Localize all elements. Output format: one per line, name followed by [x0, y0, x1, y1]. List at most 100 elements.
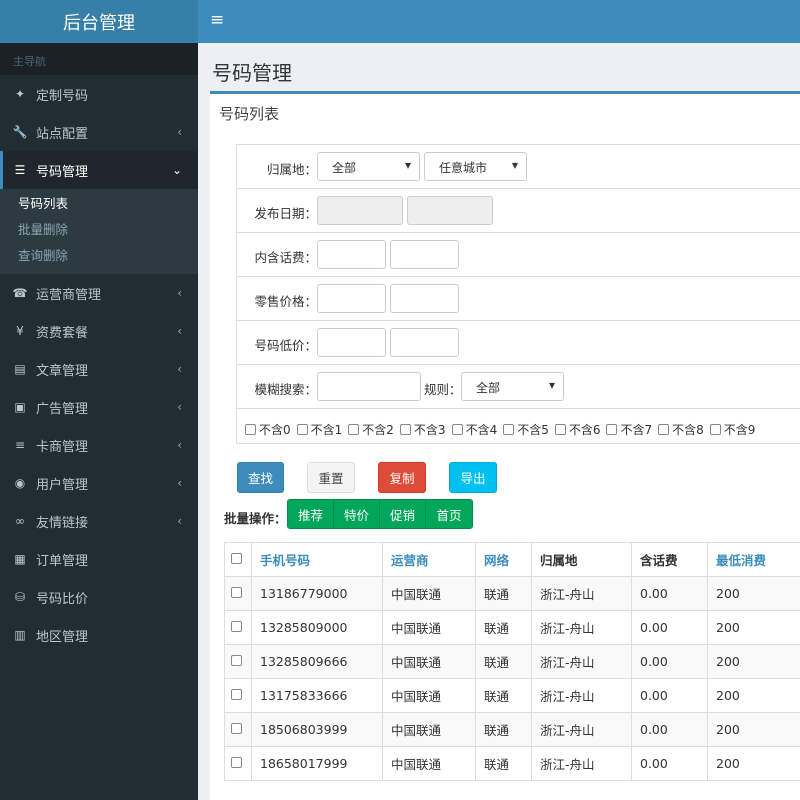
- sidebar-item-5[interactable]: ▤ 文章管理 ‹: [0, 350, 198, 388]
- table-cell: 200: [707, 678, 800, 713]
- column-header[interactable]: 运营商: [382, 542, 476, 577]
- table-row: 18658017999 中国联通 联通 浙江-舟山 0.00 200: [224, 746, 800, 781]
- checkbox-box[interactable]: [348, 424, 360, 435]
- table-cell: 0.00: [631, 576, 708, 611]
- sidebar-item-label: 订单管理: [36, 553, 89, 569]
- table-row: 13285809000 中国联通 联通 浙江-舟山 0.00 200: [224, 610, 800, 645]
- checkbox-box[interactable]: [399, 424, 411, 435]
- table-cell: 中国联通: [382, 678, 476, 713]
- sidebar-item-label: 广告管理: [36, 401, 89, 417]
- pin-icon: ✦: [14, 87, 26, 101]
- sidebar-item-0[interactable]: ✦ 定制号码: [0, 75, 198, 113]
- table-cell: 0.00: [631, 712, 708, 747]
- exclude-checkbox[interactable]: 不含6: [554, 421, 600, 438]
- table-cell: 浙江-舟山: [531, 610, 632, 645]
- checkbox-box[interactable]: [245, 424, 256, 435]
- city-select[interactable]: 任意城市: [424, 152, 527, 181]
- exclude-checkbox[interactable]: 不含5: [503, 421, 549, 438]
- select-all-cell: [224, 542, 252, 577]
- submenu-item[interactable]: 查询删除: [0, 243, 198, 269]
- batch-action-button[interactable]: 特价: [334, 500, 380, 528]
- checkbox-box[interactable]: [296, 424, 308, 435]
- sidebar-item-9[interactable]: ∞ 友情链接 ‹: [0, 502, 198, 540]
- column-header[interactable]: 网络: [475, 542, 532, 577]
- row-checkbox[interactable]: [231, 587, 242, 598]
- reset-button[interactable]: 重置: [307, 462, 355, 493]
- search-button[interactable]: 查找: [237, 462, 284, 493]
- table-cell: 200: [707, 576, 800, 611]
- yen-icon: ¥: [16, 324, 24, 338]
- number-table: 手机号码 运营商 网络 归属地 含话费 最低消费 13186779000 中国联通 联通 浙江-…: [224, 542, 800, 781]
- table-cell: 联通: [475, 712, 532, 747]
- number-list-box: 号码列表 归属地： 全部 任意城市 发布日期： 内含话费： 零售价格：: [210, 91, 800, 800]
- column-header[interactable]: 手机号码: [251, 542, 383, 577]
- exclude-checkbox[interactable]: 不含8: [658, 421, 704, 438]
- sidebar-item-8[interactable]: ◉ 用户管理 ‹: [0, 464, 198, 502]
- column-header: 含话费: [631, 542, 708, 577]
- exclude-checkbox[interactable]: 不含3: [399, 421, 446, 438]
- sidebar-item-3[interactable]: ☎ 运营商管理 ‹: [0, 274, 198, 312]
- low-min-input[interactable]: [317, 328, 386, 357]
- export-button[interactable]: 导出: [449, 462, 497, 493]
- sidebar-item-4[interactable]: ¥ 资费套餐 ‹: [0, 312, 198, 350]
- menu-toggle-icon[interactable]: ≡: [210, 12, 224, 29]
- rule-select[interactable]: 全部: [461, 372, 564, 401]
- row-checkbox[interactable]: [231, 689, 242, 700]
- table-row: 13285809666 中国联通 联通 浙江-舟山 0.00 200: [224, 644, 800, 679]
- submenu-item[interactable]: 批量删除: [0, 217, 198, 243]
- table-cell: 浙江-舟山: [531, 678, 632, 713]
- table-cell: 0.00: [631, 610, 708, 645]
- sidebar-item-6[interactable]: ▣ 广告管理 ‹: [0, 388, 198, 426]
- exclude-checkbox[interactable]: 不含0: [245, 421, 291, 438]
- table-cell: 浙江-舟山: [531, 712, 632, 747]
- sidebar-item-7[interactable]: ≡ 卡商管理 ‹: [0, 426, 198, 464]
- checkbox-box[interactable]: [554, 424, 566, 435]
- sidebar-item-2[interactable]: ☰ 号码管理 ⌄: [0, 151, 198, 189]
- date-start-input[interactable]: [317, 196, 403, 225]
- low-max-input[interactable]: [390, 328, 459, 357]
- exclude-checkbox[interactable]: 不含7: [606, 421, 652, 438]
- sidebar-header: 主导航: [0, 43, 198, 75]
- batch-action-button[interactable]: 促销: [380, 500, 426, 528]
- price-max-input[interactable]: [390, 284, 459, 313]
- exclude-checkbox[interactable]: 不含9: [709, 421, 755, 438]
- exclude-checkbox[interactable]: 不含1: [296, 421, 342, 438]
- sidebar-item-10[interactable]: ▦ 订单管理: [0, 540, 198, 578]
- column-header[interactable]: 最低消费: [707, 542, 800, 577]
- chevron-left-icon: ‹: [177, 324, 182, 338]
- batch-action-button[interactable]: 首页: [426, 500, 472, 528]
- checkbox-box[interactable]: [451, 424, 463, 435]
- chevron-left-icon: ‹: [177, 400, 182, 414]
- table-cell: 200: [707, 610, 800, 645]
- table-cell: 联通: [475, 576, 532, 611]
- date-end-input[interactable]: [407, 196, 493, 225]
- fee-max-input[interactable]: [390, 240, 459, 269]
- fee-min-input[interactable]: [317, 240, 386, 269]
- checkbox-box[interactable]: [658, 424, 670, 435]
- app-logo[interactable]: 后台管理: [0, 0, 198, 43]
- sidebar-item-label: 号码管理: [36, 164, 89, 180]
- sidebar-item-1[interactable]: 🔧 站点配置 ‹: [0, 113, 198, 151]
- checkbox-box[interactable]: [606, 424, 618, 435]
- submenu-item[interactable]: 号码列表: [0, 191, 198, 217]
- province-select[interactable]: 全部: [317, 152, 420, 181]
- exclude-checkbox[interactable]: 不含4: [451, 421, 497, 438]
- price-min-input[interactable]: [317, 284, 386, 313]
- sidebar-submenu: 号码列表 批量删除 查询删除: [0, 189, 198, 274]
- select-all-checkbox[interactable]: [231, 553, 242, 564]
- link-icon: ∞: [15, 514, 25, 528]
- sidebar-item-12[interactable]: ▥ 地区管理: [0, 616, 198, 654]
- sidebar-item-11[interactable]: ⛁ 号码比价: [0, 578, 198, 616]
- checkbox-box[interactable]: [503, 424, 515, 435]
- fuzzy-search-input[interactable]: [317, 372, 421, 401]
- exclude-checkbox[interactable]: 不含2: [348, 421, 394, 438]
- row-checkbox[interactable]: [231, 655, 242, 666]
- box-title: 号码列表: [219, 105, 280, 123]
- row-checkbox[interactable]: [231, 757, 242, 768]
- copy-button[interactable]: 复制: [378, 462, 426, 493]
- checkbox-label: 不含0: [259, 423, 291, 437]
- row-checkbox[interactable]: [231, 621, 242, 632]
- row-checkbox[interactable]: [231, 723, 242, 734]
- batch-action-button[interactable]: 推荐: [288, 500, 334, 528]
- checkbox-box[interactable]: [709, 424, 721, 435]
